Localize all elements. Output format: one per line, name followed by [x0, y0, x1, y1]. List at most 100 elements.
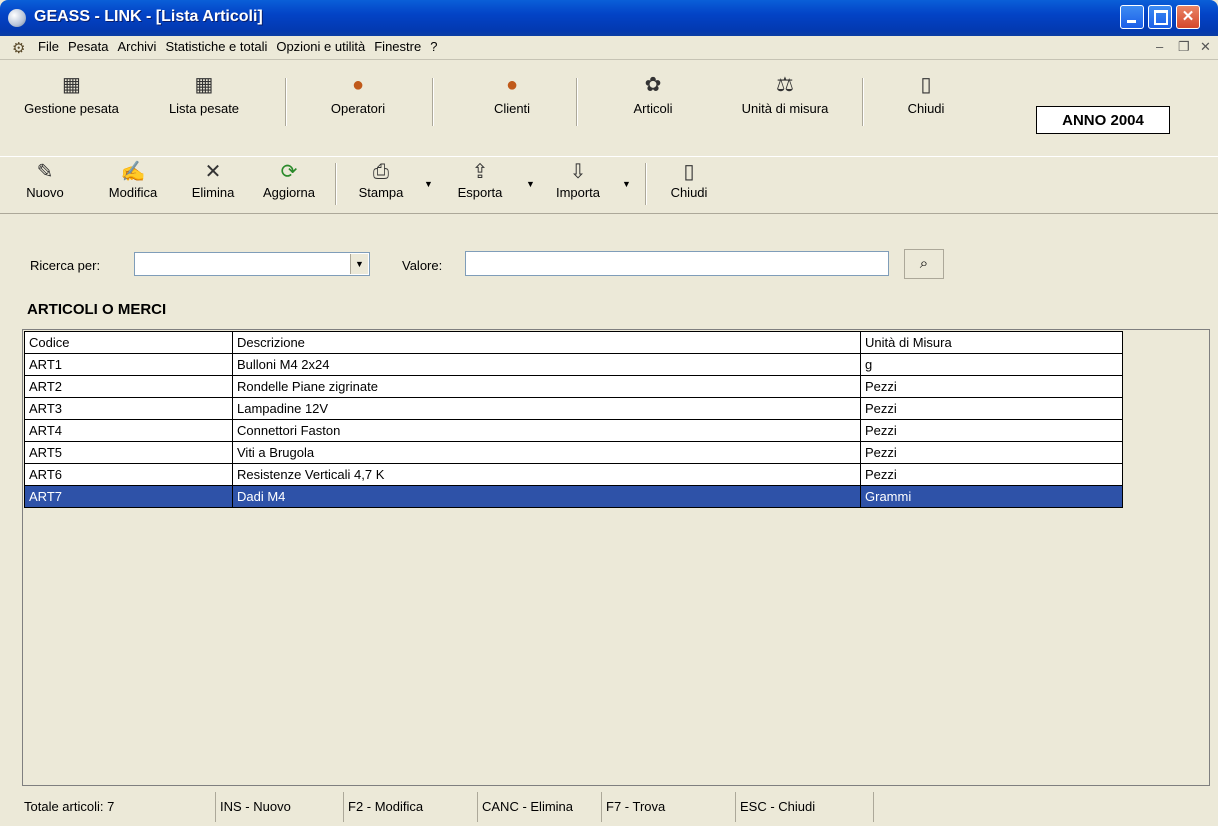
cell-codice[interactable]: ART5 — [24, 441, 233, 464]
cell-codice[interactable]: ART3 — [24, 397, 233, 420]
stampa-dropdown-icon[interactable]: ▼ — [424, 179, 433, 189]
clienti-button[interactable]: ● Clienti — [452, 74, 572, 116]
cell-descrizione[interactable]: Dadi M4 — [232, 485, 861, 508]
minimize-icon — [1121, 6, 1143, 28]
gestione-pesata-button[interactable]: ▦ Gestione pesata — [0, 74, 143, 116]
exit-door-icon: ▯ — [920, 74, 932, 96]
table-header-row: Codice Descrizione Unità di Misura — [24, 331, 1123, 354]
chiudi-list-button[interactable]: ▯ Chiudi — [656, 161, 722, 200]
cell-codice[interactable]: ART7 — [24, 485, 233, 508]
column-header-unita[interactable]: Unità di Misura — [860, 331, 1123, 354]
modifica-button[interactable]: ✍ Modifica — [96, 161, 170, 200]
mdi-minimize-icon[interactable]: – — [1156, 39, 1163, 54]
table-row[interactable]: ART6 Resistenze Verticali 4,7 K Pezzi — [24, 463, 1123, 486]
operatori-button[interactable]: ● Operatori — [300, 74, 416, 116]
status-canc-elimina: CANC - Elimina — [478, 792, 602, 822]
unita-misura-button[interactable]: ⚖ Unità di misura — [722, 74, 848, 116]
menu-archivi[interactable]: Archivi — [117, 39, 156, 54]
valore-label: Valore: — [402, 258, 443, 273]
menu-help[interactable]: ? — [430, 39, 437, 54]
valore-input[interactable] — [465, 251, 889, 276]
status-bar: Totale articoli: 7 INS - Nuovo F2 - Modi… — [20, 792, 1218, 822]
table-row[interactable]: ART1 Bulloni M4 2x24 g — [24, 353, 1123, 376]
close-button[interactable]: ✕ — [1176, 5, 1200, 29]
grid-icon: ▦ — [62, 74, 81, 96]
operator-icon: ● — [351, 74, 365, 96]
client-icon: ● — [505, 74, 519, 96]
cell-unita[interactable]: Pezzi — [860, 463, 1123, 486]
cell-unita[interactable]: Pezzi — [860, 441, 1123, 464]
nuovo-button[interactable]: ✎ Nuovo — [16, 161, 74, 200]
chiudi-main-button[interactable]: ▯ Chiudi — [876, 74, 976, 116]
column-header-codice[interactable]: Codice — [24, 331, 233, 354]
cell-codice[interactable]: ART1 — [24, 353, 233, 376]
app-window: GEASS - LINK - [Lista Articoli] ✕ ⚙ File… — [0, 0, 1218, 826]
stampa-button[interactable]: ⎙ Stampa — [346, 161, 416, 200]
scale-icon: ⚖ — [776, 74, 794, 96]
window-title: GEASS - LINK - [Lista Articoli] — [34, 8, 263, 25]
lista-pesate-button[interactable]: ▦ Lista pesate — [152, 74, 256, 116]
column-header-descrizione[interactable]: Descrizione — [232, 331, 861, 354]
cell-descrizione[interactable]: Resistenze Verticali 4,7 K — [232, 463, 861, 486]
title-bar[interactable]: GEASS - LINK - [Lista Articoli] ✕ — [0, 0, 1218, 36]
binoculars-icon: ⌕ — [919, 255, 929, 272]
chevron-down-icon[interactable]: ▼ — [350, 254, 368, 274]
esporta-dropdown-icon[interactable]: ▼ — [526, 179, 535, 189]
menu-items: File Pesata Archivi Statistiche e totali… — [38, 39, 437, 54]
aggiorna-button[interactable]: ⟳ Aggiorna — [250, 161, 328, 200]
menu-bar: ⚙ File Pesata Archivi Statistiche e tota… — [0, 36, 1218, 60]
cell-descrizione[interactable]: Viti a Brugola — [232, 441, 861, 464]
table-row[interactable]: ART4 Connettori Faston Pezzi — [24, 419, 1123, 442]
refresh-icon: ⟳ — [280, 161, 298, 183]
articoli-button[interactable]: ✿ Articoli — [604, 74, 702, 116]
cell-codice[interactable]: ART4 — [24, 419, 233, 442]
menu-pesata[interactable]: Pesata — [68, 39, 108, 54]
table-row[interactable]: ART5 Viti a Brugola Pezzi — [24, 441, 1123, 464]
section-title: ARTICOLI O MERCI — [27, 301, 167, 318]
status-empty-panel — [874, 792, 1218, 822]
minimize-button[interactable] — [1120, 5, 1144, 29]
importa-button[interactable]: ⇩ Importa — [540, 161, 616, 200]
menu-statistiche[interactable]: Statistiche e totali — [165, 39, 267, 54]
app-icon — [8, 9, 26, 27]
toolbar-separator — [645, 163, 647, 205]
toolbar-separator — [335, 163, 337, 205]
importa-dropdown-icon[interactable]: ▼ — [622, 179, 631, 189]
cell-descrizione[interactable]: Rondelle Piane zigrinate — [232, 375, 861, 398]
table-row[interactable]: ART3 Lampadine 12V Pezzi — [24, 397, 1123, 420]
maximize-button[interactable] — [1148, 5, 1172, 29]
cell-descrizione[interactable]: Connettori Faston — [232, 419, 861, 442]
toolbar-separator — [285, 78, 287, 126]
cell-descrizione[interactable]: Bulloni M4 2x24 — [232, 353, 861, 376]
cell-unita[interactable]: Grammi — [860, 485, 1123, 508]
cell-unita[interactable]: Pezzi — [860, 397, 1123, 420]
mdi-restore-icon[interactable]: ❐ — [1178, 39, 1190, 55]
table-row[interactable]: ART2 Rondelle Piane zigrinate Pezzi — [24, 375, 1123, 398]
menu-opzioni[interactable]: Opzioni e utilità — [276, 39, 365, 54]
maximize-icon — [1149, 6, 1171, 28]
cell-codice[interactable]: ART6 — [24, 463, 233, 486]
menu-finestre[interactable]: Finestre — [374, 39, 421, 54]
toolbar-separator — [432, 78, 434, 126]
cell-unita[interactable]: g — [860, 353, 1123, 376]
year-badge: ANNO 2004 — [1036, 106, 1170, 134]
esporta-button[interactable]: ⇪ Esporta — [440, 161, 520, 200]
cell-codice[interactable]: ART2 — [24, 375, 233, 398]
ricerca-per-select[interactable]: ▼ — [134, 252, 370, 276]
find-button[interactable]: ⌕ — [904, 249, 944, 279]
status-ins-nuovo: INS - Nuovo — [216, 792, 344, 822]
cell-unita[interactable]: Pezzi — [860, 375, 1123, 398]
document-window-icon[interactable]: ⚙ — [12, 39, 25, 57]
cell-descrizione[interactable]: Lampadine 12V — [232, 397, 861, 420]
grid-list-icon: ▦ — [194, 74, 214, 96]
elimina-button[interactable]: ✕ Elimina — [180, 161, 246, 200]
article-icon: ✿ — [644, 74, 662, 96]
table-row-selected[interactable]: ART7 Dadi M4 Grammi — [24, 485, 1123, 508]
printer-icon: ⎙ — [373, 161, 389, 183]
cell-unita[interactable]: Pezzi — [860, 419, 1123, 442]
new-document-icon: ✎ — [36, 161, 54, 183]
status-total: Totale articoli: 7 — [20, 792, 216, 822]
delete-icon: ✕ — [204, 161, 222, 183]
menu-file[interactable]: File — [38, 39, 59, 54]
mdi-close-icon[interactable]: ✕ — [1200, 39, 1211, 55]
